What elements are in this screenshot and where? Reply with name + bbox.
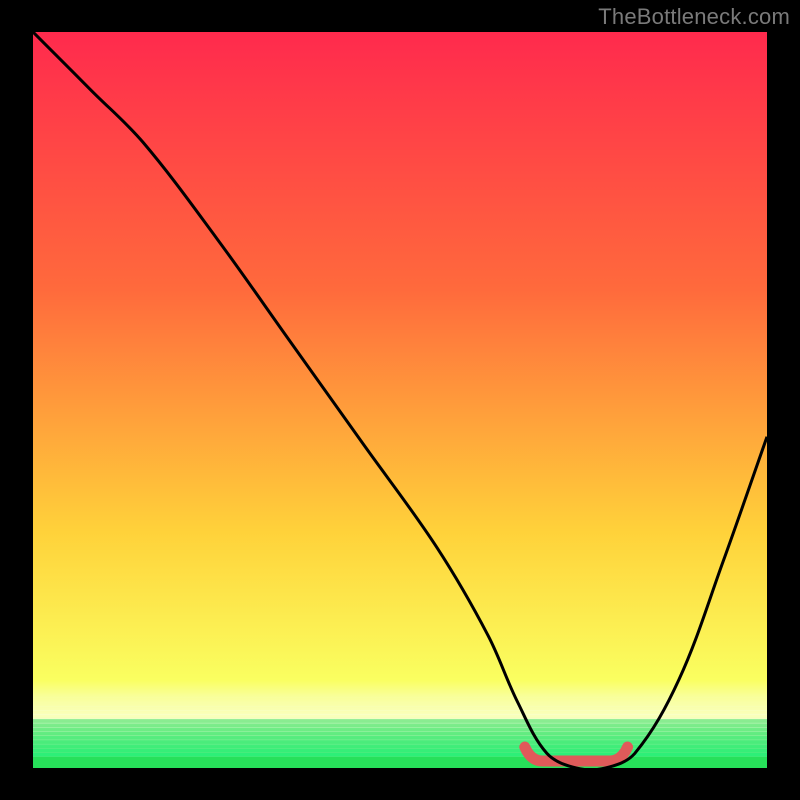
plot-area — [33, 32, 767, 770]
chart-container: TheBottleneck.com — [0, 0, 800, 800]
watermark-text: TheBottleneck.com — [598, 4, 790, 30]
bottleneck-chart — [0, 0, 800, 800]
bottom-green-bands — [33, 698, 767, 768]
